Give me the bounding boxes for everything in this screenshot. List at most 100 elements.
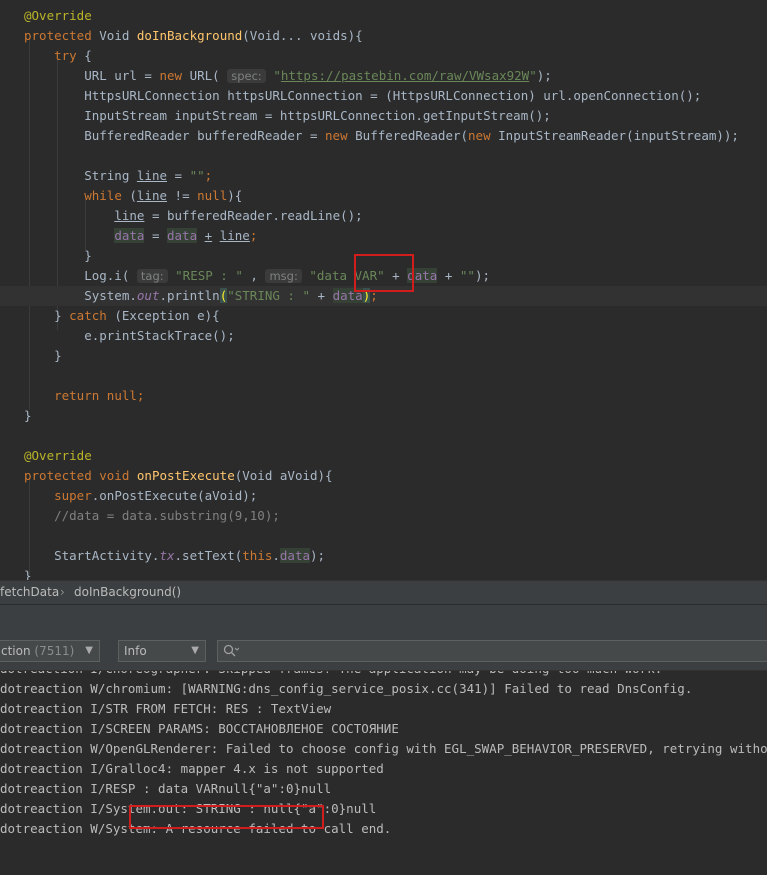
code-line[interactable]: while (line != null){ (0, 186, 767, 206)
code-token: line (219, 228, 250, 243)
code-line[interactable]: BufferedReader bufferedReader = new Buff… (0, 126, 767, 146)
code-line[interactable] (0, 146, 767, 166)
code-line[interactable]: @Override (0, 446, 767, 466)
highlight-box-resp-log (129, 805, 324, 829)
code-token: } (24, 248, 92, 263)
code-token: return null (54, 388, 137, 403)
code-token: new (159, 68, 190, 83)
code-line[interactable]: protected Void doInBackground(Void... vo… (0, 26, 767, 46)
breadcrumb: fetchData › doInBackground() (0, 580, 767, 605)
code-token: ){ (227, 188, 243, 203)
log-level-select[interactable]: Info ▼ (118, 640, 206, 662)
log-level-value: Info (124, 644, 147, 658)
code-line[interactable]: StartActivity.tx.setText(this.data); (0, 546, 767, 566)
code-token: .setText( (174, 548, 243, 563)
code-token: URL url = (24, 68, 160, 83)
code-token: ); (536, 68, 552, 83)
code-token: Void (99, 28, 137, 43)
code-line[interactable] (0, 526, 767, 546)
code-token: } (24, 568, 32, 580)
code-token: onPostExecute (136, 468, 235, 483)
code-line[interactable]: protected void onPostExecute(Void aVoid)… (0, 466, 767, 486)
process-select-label: ction (1, 644, 31, 658)
code-token: + (437, 268, 460, 283)
code-token: this (242, 548, 273, 563)
code-line[interactable] (0, 426, 767, 446)
code-token: line (114, 208, 145, 223)
code-token: catch (69, 308, 115, 323)
breadcrumb-method[interactable]: doInBackground() (74, 585, 181, 599)
code-line[interactable]: } (0, 566, 767, 580)
code-line[interactable] (0, 366, 767, 386)
logcat-header (0, 604, 767, 635)
code-line[interactable]: data = data + line; (0, 226, 767, 246)
code-line[interactable]: URL url = new URL( spec: "https://pasteb… (0, 66, 767, 86)
logcat-output[interactable]: dotreaction I/Choreographer: Skipped fra… (0, 671, 767, 875)
code-token: (Void aVoid){ (234, 468, 333, 483)
code-token: null (197, 188, 228, 203)
code-token: " (529, 68, 537, 83)
code-token: ); (310, 548, 326, 563)
chevron-down-icon: ▼ (191, 645, 199, 656)
code-token: .onPostExecute(aVoid); (91, 488, 258, 503)
code-line[interactable]: @Override (0, 6, 767, 26)
code-token: + (310, 288, 333, 303)
log-line[interactable]: dotreaction W/OpenGLRenderer: Failed to … (0, 739, 767, 759)
code-line[interactable]: } (0, 346, 767, 366)
logcat-toolbar: ction (7511) ▼ Info ▼ (0, 634, 767, 671)
code-line[interactable]: e.printStackTrace(); (0, 326, 767, 346)
code-token: BufferedReader( (355, 128, 469, 143)
code-token: } (24, 348, 62, 363)
log-line[interactable]: dotreaction I/Choreographer: Skipped fra… (0, 671, 662, 679)
code-token: ; (204, 168, 213, 183)
logcat-search-input[interactable] (217, 640, 767, 662)
code-token: (Void... voids){ (242, 28, 363, 43)
code-token: "STRING : " (227, 288, 311, 303)
code-token: https://pastebin.com/raw/VWsax92W (280, 68, 530, 83)
code-line[interactable]: HttpsURLConnection httpsURLConnection = … (0, 86, 767, 106)
log-line[interactable]: dotreaction I/SCREEN PARAMS: ВОССТАНОВЛЕ… (0, 719, 399, 739)
code-line[interactable]: } (0, 406, 767, 426)
chevron-down-icon: ▼ (85, 645, 93, 656)
code-token: InputStream inputStream = httpsURLConnec… (24, 108, 551, 123)
code-token: { (84, 48, 92, 63)
code-token: } (24, 408, 32, 423)
code-token: super (54, 488, 92, 503)
code-token: line (136, 188, 168, 203)
code-line[interactable]: String line = ""; (0, 166, 767, 186)
log-line[interactable]: dotreaction I/RESP : data VARnull{"a":0}… (0, 779, 331, 799)
code-token: Log.i( (24, 268, 137, 283)
code-line[interactable]: line = bufferedReader.readLine(); (0, 206, 767, 226)
code-token: try (54, 48, 85, 63)
highlight-box-data-variable (354, 254, 414, 292)
code-line[interactable]: } catch (Exception e){ (0, 306, 767, 326)
code-token: ); (474, 268, 491, 283)
code-token: e.printStackTrace(); (24, 328, 235, 343)
process-select-pid: (7511) (34, 644, 75, 658)
code-line[interactable]: return null; (0, 386, 767, 406)
code-line[interactable]: super.onPostExecute(aVoid); (0, 486, 767, 506)
code-token: InputStreamReader(inputStream)); (498, 128, 739, 143)
search-icon (223, 644, 239, 657)
log-line[interactable]: dotreaction I/Gralloc4: mapper 4.x is no… (0, 759, 384, 779)
log-line[interactable]: dotreaction I/STR FROM FETCH: RES : Text… (0, 699, 331, 719)
code-token: //data = data.substring(9,10); (24, 508, 280, 523)
code-token: String (24, 168, 137, 183)
code-line[interactable]: try { (0, 46, 767, 66)
parameter-hint: spec: (227, 69, 266, 83)
code-token: , (242, 268, 266, 283)
code-line[interactable]: //data = data.substring(9,10); (0, 506, 767, 526)
process-select[interactable]: ction (7511) ▼ (0, 640, 100, 662)
log-line[interactable]: dotreaction W/chromium: [WARNING:dns_con… (0, 679, 692, 699)
breadcrumb-class[interactable]: fetchData (0, 585, 59, 599)
code-token: tx (159, 548, 175, 563)
code-editor[interactable]: @Override protected Void doInBackground(V… (0, 0, 767, 580)
code-token: out (136, 288, 160, 303)
code-token: != (167, 188, 198, 203)
code-token: "" (459, 268, 475, 283)
code-line[interactable]: InputStream inputStream = httpsURLConnec… (0, 106, 767, 126)
